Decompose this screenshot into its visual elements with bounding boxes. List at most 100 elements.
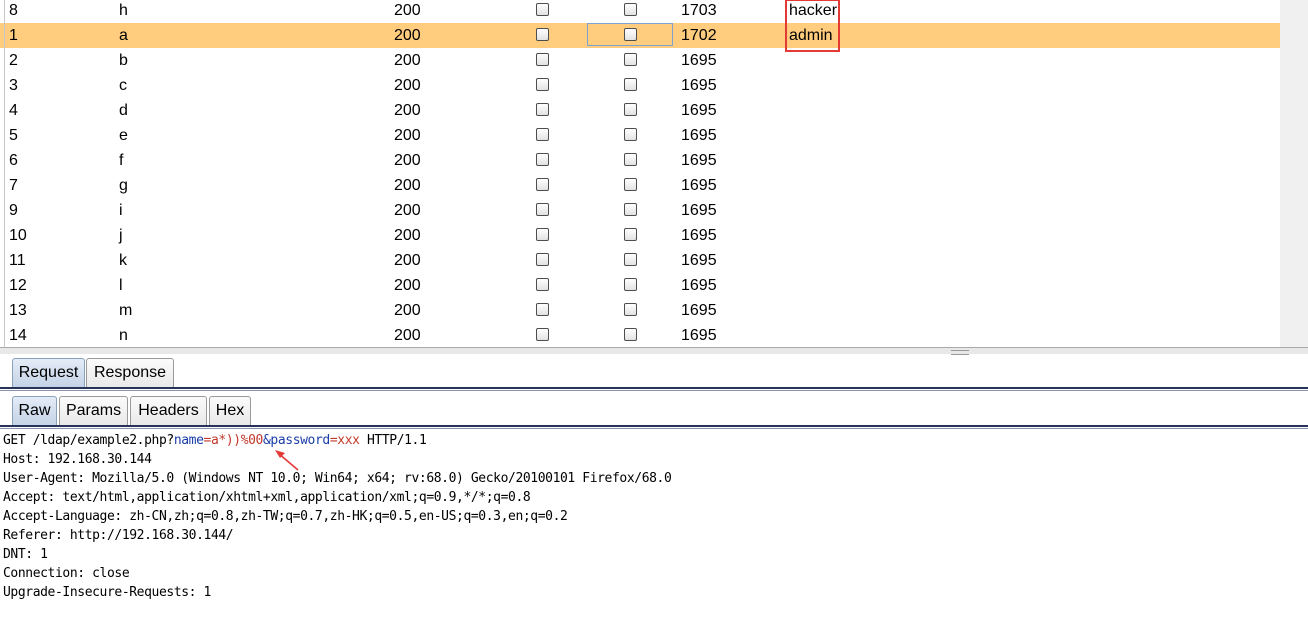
tab-hex[interactable]: Hex xyxy=(209,396,251,425)
error-checkbox[interactable] xyxy=(536,303,549,316)
request-number-cell: 1 xyxy=(9,27,18,44)
error-checkbox[interactable] xyxy=(536,28,549,41)
table-row[interactable]: 8 h 200 1703 hacker xyxy=(0,0,1280,23)
message-tabs-rule xyxy=(0,387,1308,389)
status-cell: 200 xyxy=(394,252,421,269)
timeout-checkbox[interactable] xyxy=(624,228,637,241)
status-cell: 200 xyxy=(394,102,421,119)
payload-cell: g xyxy=(119,177,128,194)
payload-cell: j xyxy=(119,227,123,244)
table-row[interactable]: 11 k 200 1695 xyxy=(0,248,1280,273)
length-cell: 1695 xyxy=(681,277,717,294)
param-name-key: name xyxy=(173,433,204,448)
header-line-dnt: DNT: 1 xyxy=(3,547,48,562)
table-row[interactable]: 5 e 200 1695 xyxy=(0,123,1280,148)
error-checkbox[interactable] xyxy=(536,328,549,341)
status-cell: 200 xyxy=(394,27,421,44)
request-number-cell: 12 xyxy=(9,277,27,294)
status-cell: 200 xyxy=(394,127,421,144)
header-line-user-agent: User-Agent: Mozilla/5.0 (Windows NT 10.0… xyxy=(3,471,672,486)
timeout-checkbox[interactable] xyxy=(624,178,637,191)
table-row[interactable]: 4 d 200 1695 xyxy=(0,98,1280,123)
error-checkbox[interactable] xyxy=(536,253,549,266)
request-number-cell: 14 xyxy=(9,327,27,344)
request-number-cell: 7 xyxy=(9,177,18,194)
splitter-grip-icon[interactable] xyxy=(951,350,969,355)
table-row[interactable]: 2 b 200 1695 xyxy=(0,48,1280,73)
timeout-checkbox[interactable] xyxy=(624,28,637,41)
payload-cell: e xyxy=(119,127,128,144)
status-cell: 200 xyxy=(394,302,421,319)
param-name-equals: = xyxy=(203,433,212,448)
table-row[interactable]: 6 f 200 1695 xyxy=(0,148,1280,173)
length-cell: 1695 xyxy=(681,52,717,69)
header-line-host: Host: 192.168.30.144 xyxy=(3,452,152,467)
error-checkbox[interactable] xyxy=(536,203,549,216)
table-left-border xyxy=(4,0,5,348)
error-checkbox[interactable] xyxy=(536,3,549,16)
annotation-arrow-icon xyxy=(275,450,299,471)
length-cell: 1695 xyxy=(681,202,717,219)
table-row[interactable]: 12 l 200 1695 xyxy=(0,273,1280,298)
request-number-cell: 4 xyxy=(9,102,18,119)
error-checkbox[interactable] xyxy=(536,153,549,166)
request-number-cell: 10 xyxy=(9,227,27,244)
payload-cell: l xyxy=(119,277,123,294)
timeout-checkbox[interactable] xyxy=(624,203,637,216)
status-cell: 200 xyxy=(394,2,421,19)
request-number-cell: 11 xyxy=(9,252,26,269)
payload-cell: a xyxy=(119,27,128,44)
header-line-referer: Referer: http://192.168.30.144/ xyxy=(3,528,234,543)
timeout-checkbox[interactable] xyxy=(624,128,637,141)
length-cell: 1695 xyxy=(681,152,717,169)
length-cell: 1695 xyxy=(681,227,717,244)
table-row[interactable]: 10 j 200 1695 xyxy=(0,223,1280,248)
table-row[interactable]: 7 g 200 1695 xyxy=(0,173,1280,198)
request-method-path: GET /ldap/example2.php? xyxy=(3,433,174,448)
payload-cell: b xyxy=(119,52,128,69)
header-line-accept-language: Accept-Language: zh-CN,zh;q=0.8,zh-TW;q=… xyxy=(3,509,568,524)
table-scrollbar[interactable] xyxy=(1280,0,1308,348)
error-checkbox[interactable] xyxy=(536,103,549,116)
status-cell: 200 xyxy=(394,277,421,294)
tab-headers[interactable]: Headers xyxy=(130,396,207,425)
table-row[interactable]: 14 n 200 1695 xyxy=(0,323,1280,348)
payload-cell: k xyxy=(119,252,127,269)
timeout-checkbox[interactable] xyxy=(624,78,637,91)
length-cell: 1702 xyxy=(681,27,717,44)
table-row[interactable]: 3 c 200 1695 xyxy=(0,73,1280,98)
table-row[interactable]: 9 i 200 1695 xyxy=(0,198,1280,223)
error-checkbox[interactable] xyxy=(536,78,549,91)
error-checkbox[interactable] xyxy=(536,128,549,141)
timeout-checkbox[interactable] xyxy=(624,253,637,266)
raw-request-editor[interactable]: GET /ldap/example2.php?name=a*))%00&pass… xyxy=(3,431,1303,602)
timeout-checkbox[interactable] xyxy=(624,153,637,166)
timeout-checkbox[interactable] xyxy=(624,328,637,341)
table-row[interactable]: 13 m 200 1695 xyxy=(0,298,1280,323)
length-cell: 1695 xyxy=(681,77,717,94)
view-tabs-rule-light xyxy=(0,428,1308,429)
status-cell: 200 xyxy=(394,227,421,244)
tab-response[interactable]: Response xyxy=(86,358,174,387)
pane-splitter[interactable] xyxy=(0,348,1308,354)
tab-request[interactable]: Request xyxy=(12,358,85,387)
tab-params[interactable]: Params xyxy=(59,396,128,425)
results-table: 8 h 200 1703 hacker 1 a 200 1702 admin 2 b 200 1695 3 c… xyxy=(0,0,1308,348)
error-checkbox[interactable] xyxy=(536,178,549,191)
timeout-checkbox[interactable] xyxy=(624,103,637,116)
timeout-checkbox[interactable] xyxy=(624,278,637,291)
status-cell: 200 xyxy=(394,327,421,344)
table-row[interactable]: 1 a 200 1702 admin xyxy=(0,23,1280,48)
timeout-checkbox[interactable] xyxy=(624,3,637,16)
error-checkbox[interactable] xyxy=(536,278,549,291)
payload-cell: d xyxy=(119,102,128,119)
timeout-checkbox[interactable] xyxy=(624,303,637,316)
error-checkbox[interactable] xyxy=(536,53,549,66)
status-cell: 200 xyxy=(394,152,421,169)
timeout-checkbox[interactable] xyxy=(624,53,637,66)
tab-raw[interactable]: Raw xyxy=(12,396,57,425)
payload-cell: n xyxy=(119,327,128,344)
payload-cell: i xyxy=(119,202,123,219)
error-checkbox[interactable] xyxy=(536,228,549,241)
view-tabs-rule xyxy=(0,425,1308,427)
